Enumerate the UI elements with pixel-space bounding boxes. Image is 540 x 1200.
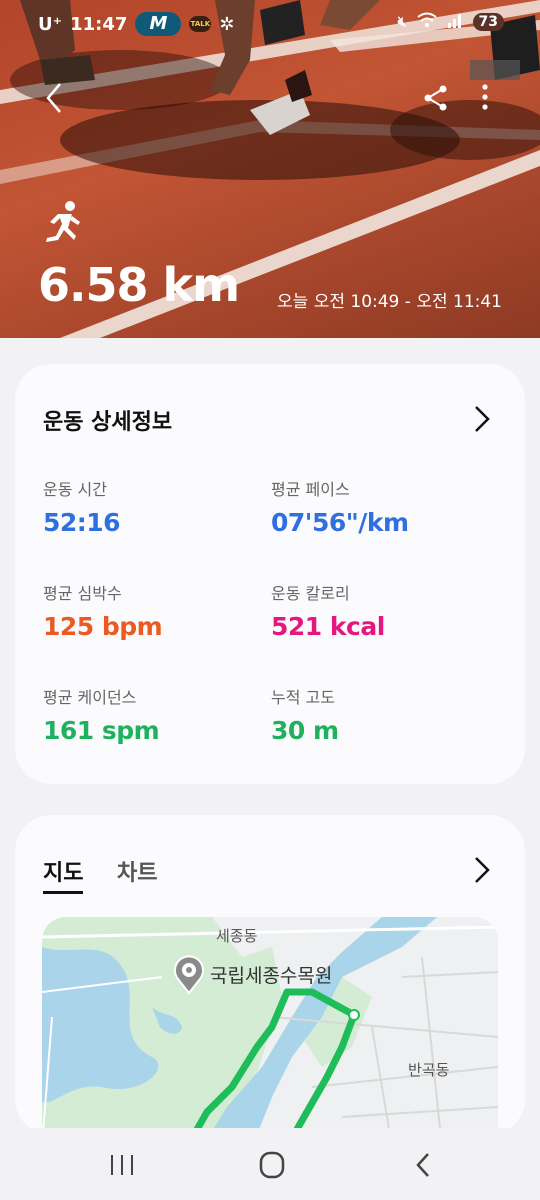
stat-label: 평균 케이던스: [43, 688, 137, 707]
stat-elevation: 누적 고도 30 m: [271, 684, 339, 745]
chevron-right-icon[interactable]: [473, 855, 491, 885]
stat-label: 누적 고도: [271, 688, 335, 707]
more-options-button[interactable]: [474, 82, 496, 112]
system-navigation-bar: [0, 1128, 540, 1200]
poi-pin-icon[interactable]: [172, 955, 206, 995]
signal-icon: [447, 12, 463, 32]
stat-duration: 운동 시간 52:16: [43, 476, 121, 537]
workout-details-card[interactable]: 운동 상세정보 운동 시간 52:16 평균 페이스 07'56"/km 평균 …: [15, 364, 525, 784]
card-title: 운동 상세정보: [43, 410, 173, 435]
clock: 11:47: [70, 13, 128, 35]
stat-value: 52:16: [43, 508, 121, 537]
stat-label: 운동 칼로리: [271, 584, 350, 603]
chevron-left-icon: [46, 83, 61, 113]
share-icon: [424, 85, 447, 111]
map-chart-card: 지도 차트 세종동 국립세종수목원 반곡동: [15, 815, 525, 1135]
mute-icon: 🔇︎: [397, 14, 407, 30]
share-button[interactable]: [422, 84, 450, 112]
stat-value: 521 kcal: [271, 612, 385, 641]
app-badge-icon: M: [135, 12, 182, 36]
settings-icon: ✲: [219, 13, 235, 35]
back-nav-button[interactable]: [404, 1150, 444, 1180]
map-canvas: [42, 917, 498, 1135]
distance-value: 6.58 km: [38, 258, 240, 312]
stat-label: 운동 시간: [43, 480, 107, 499]
wifi-icon: [416, 12, 437, 32]
stat-label: 평균 심박수: [43, 584, 122, 603]
stat-calories: 운동 칼로리 521 kcal: [271, 580, 385, 641]
running-icon: [46, 201, 80, 242]
recent-apps-button[interactable]: [102, 1150, 142, 1180]
back-button[interactable]: [40, 80, 70, 116]
stat-heart-rate: 평균 심박수 125 bpm: [43, 580, 163, 641]
map-label-area: 세종동: [216, 927, 258, 945]
home-button[interactable]: [252, 1150, 292, 1180]
tab-chart[interactable]: 차트: [117, 855, 157, 887]
tab-map[interactable]: 지도: [43, 855, 84, 894]
stat-value: 30 m: [271, 716, 339, 745]
map-label-poi: 국립세종수목원: [210, 965, 333, 987]
stat-pace: 평균 페이스 07'56"/km: [271, 476, 409, 537]
workout-time-range: 오늘 오전 10:49 - 오전 11:41: [277, 292, 502, 312]
more-vertical-icon: [482, 84, 488, 110]
stat-value: 125 bpm: [43, 612, 163, 641]
carrier-label: U⁺: [38, 13, 63, 35]
stat-label: 평균 페이스: [271, 480, 350, 499]
stat-cadence: 평균 케이던스 161 spm: [43, 684, 160, 745]
map-label-area: 반곡동: [408, 1061, 450, 1079]
route-map[interactable]: 세종동 국립세종수목원 반곡동: [42, 917, 498, 1135]
talk-icon: TALK: [189, 16, 212, 32]
battery-icon: 73: [472, 13, 504, 31]
hero-banner: U⁺ 11:47 M TALK ✲ 🔇︎ 73 6.58 km 오늘 오전 10…: [0, 0, 540, 338]
stat-value: 161 spm: [43, 716, 160, 745]
chevron-right-icon[interactable]: [473, 404, 491, 434]
stat-value: 07'56"/km: [271, 508, 409, 537]
status-bar: U⁺ 11:47 M TALK ✲ 🔇︎ 73: [0, 0, 540, 44]
